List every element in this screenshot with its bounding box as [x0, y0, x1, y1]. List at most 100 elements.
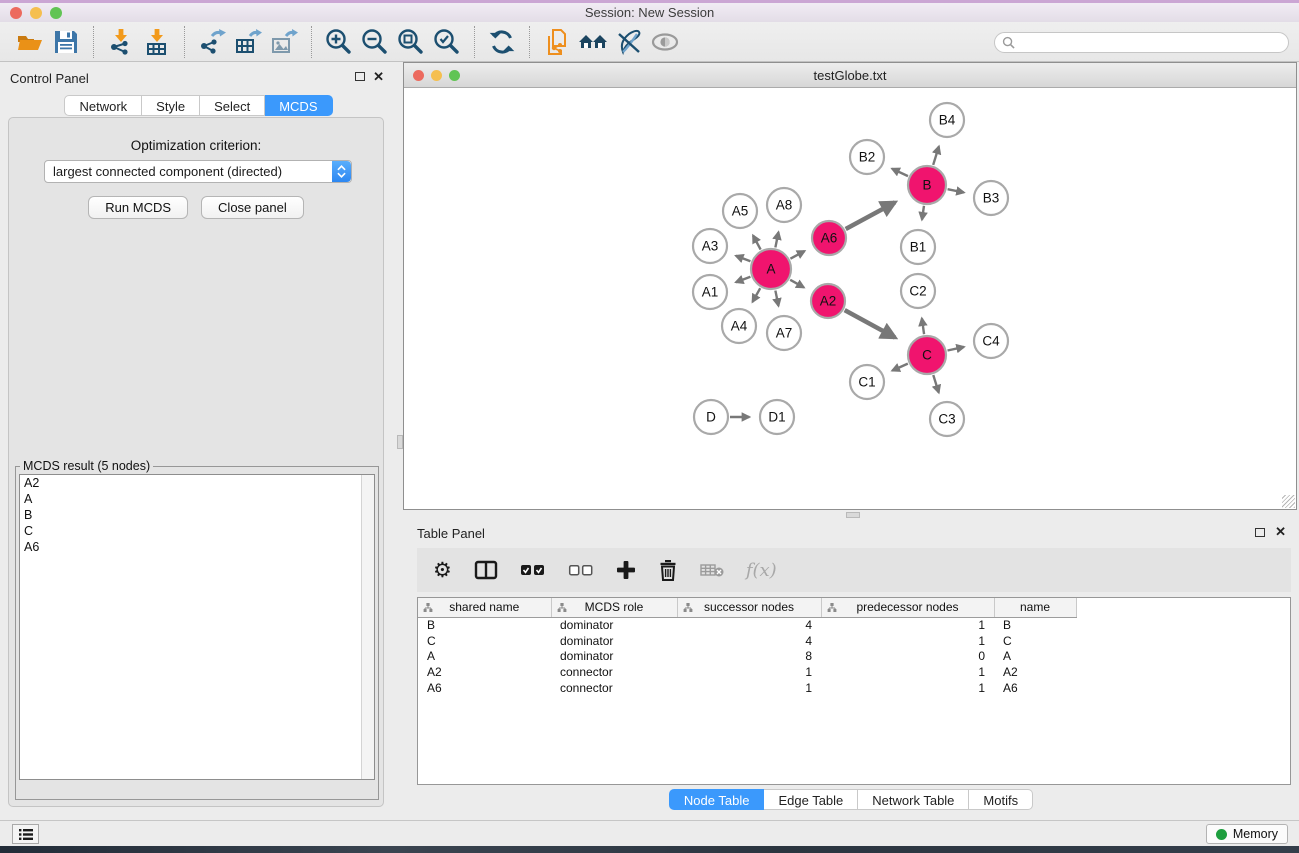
tab-motifs[interactable]: Motifs: [969, 789, 1033, 810]
eye-button[interactable]: [647, 25, 683, 59]
table-row[interactable]: A6connector11A6: [418, 680, 1076, 696]
optimization-criterion-select[interactable]: largest connected component (directed): [44, 160, 352, 183]
table-cell[interactable]: 4: [677, 633, 821, 649]
zoom-out-button[interactable]: [357, 25, 393, 59]
graph-edge-A-A2[interactable]: [790, 280, 804, 288]
graph-edge-B-B1[interactable]: [922, 206, 924, 220]
table-cell[interactable]: A6: [994, 680, 1076, 696]
import-table-button[interactable]: [139, 25, 175, 59]
search-field[interactable]: [994, 32, 1289, 53]
graph-edge-C-C4[interactable]: [948, 347, 964, 351]
table-cell[interactable]: connector: [551, 664, 677, 680]
refresh-button[interactable]: [484, 25, 520, 59]
unselect-all-columns-button[interactable]: [568, 564, 594, 576]
table-cell[interactable]: B: [418, 617, 551, 633]
pen-slash-button[interactable]: [611, 25, 647, 59]
graph-edge-A-A1[interactable]: [736, 277, 751, 282]
memory-button[interactable]: Memory: [1206, 824, 1288, 844]
table-cell[interactable]: dominator: [551, 633, 677, 649]
tab-node-table[interactable]: Node Table: [669, 789, 765, 810]
graph-edge-C-C3[interactable]: [933, 375, 938, 393]
table-cell[interactable]: C: [418, 633, 551, 649]
table-cell[interactable]: 1: [821, 664, 994, 680]
mcds-result-item[interactable]: A: [20, 491, 374, 507]
graph-edge-A-A5[interactable]: [753, 235, 761, 249]
search-input[interactable]: [1015, 33, 1288, 52]
graph-edge-A-A7[interactable]: [775, 291, 778, 306]
table-settings-button[interactable]: ⚙: [433, 560, 452, 581]
table-cell[interactable]: A2: [418, 664, 551, 680]
graph-edge-A-A6[interactable]: [790, 251, 804, 259]
column-header-mcds-role[interactable]: MCDS role: [551, 598, 677, 617]
float-panel-icon[interactable]: [1255, 527, 1265, 539]
graph-edge-A2-C[interactable]: [845, 310, 895, 337]
documents-share-button[interactable]: [539, 25, 575, 59]
mcds-result-list[interactable]: A2ABCA6: [19, 474, 375, 780]
table-row[interactable]: Bdominator41B: [418, 617, 1076, 633]
graph-edge-A6-B[interactable]: [846, 202, 895, 229]
zoom-in-button[interactable]: [321, 25, 357, 59]
table-cell[interactable]: 1: [821, 633, 994, 649]
import-network-button[interactable]: [103, 25, 139, 59]
column-header-shared-name[interactable]: shared name: [418, 598, 551, 617]
table-cell[interactable]: C: [994, 633, 1076, 649]
save-button[interactable]: [48, 25, 84, 59]
mcds-result-item[interactable]: C: [20, 523, 374, 539]
table-cell[interactable]: 4: [677, 617, 821, 633]
tab-select[interactable]: Select: [200, 95, 265, 116]
show-columns-button[interactable]: [474, 560, 498, 580]
graph-edge-A-A8[interactable]: [775, 232, 778, 247]
tab-mcds[interactable]: MCDS: [265, 95, 332, 116]
table-cell[interactable]: 1: [821, 617, 994, 633]
delete-column-button[interactable]: [658, 559, 678, 581]
table-cell[interactable]: A: [418, 649, 551, 665]
column-header-successor-nodes[interactable]: successor nodes: [677, 598, 821, 617]
column-header-predecessor-nodes[interactable]: predecessor nodes: [821, 598, 994, 617]
task-history-button[interactable]: [12, 824, 39, 844]
zoom-selected-button[interactable]: [429, 25, 465, 59]
column-header-name[interactable]: name: [994, 598, 1076, 617]
graph-edge-C-C2[interactable]: [922, 318, 924, 334]
table-cell[interactable]: 1: [677, 680, 821, 696]
table-cell[interactable]: A: [994, 649, 1076, 665]
zoom-fit-button[interactable]: [393, 25, 429, 59]
create-column-button[interactable]: [616, 560, 636, 580]
run-mcds-button[interactable]: Run MCDS: [88, 196, 188, 219]
export-network-button[interactable]: [194, 25, 230, 59]
graph-edge-C-C1[interactable]: [892, 364, 908, 371]
mcds-result-item[interactable]: B: [20, 507, 374, 523]
tab-style[interactable]: Style: [142, 95, 200, 116]
table-cell[interactable]: 1: [821, 680, 994, 696]
horizontal-split-divider[interactable]: [403, 510, 1299, 520]
tab-edge-table[interactable]: Edge Table: [764, 789, 858, 810]
table-cell[interactable]: 1: [677, 664, 821, 680]
delete-table-button[interactable]: [700, 562, 724, 578]
network-window-titlebar[interactable]: testGlobe.txt: [404, 63, 1296, 88]
table-cell[interactable]: A2: [994, 664, 1076, 680]
table-cell[interactable]: dominator: [551, 649, 677, 665]
graph-edge-A-A3[interactable]: [736, 256, 751, 261]
graph-edge-A-A4[interactable]: [753, 288, 761, 302]
table-row[interactable]: Cdominator41C: [418, 633, 1076, 649]
close-panel-icon[interactable]: ✕: [373, 71, 384, 83]
function-builder-button[interactable]: f(x): [746, 560, 777, 581]
divider-handle[interactable]: [846, 512, 860, 518]
homes-button[interactable]: [575, 25, 611, 59]
table-row[interactable]: Adominator80A: [418, 649, 1076, 665]
table-row[interactable]: A2connector11A2: [418, 664, 1076, 680]
graph-edge-B-B2[interactable]: [892, 169, 908, 176]
table-cell[interactable]: dominator: [551, 617, 677, 633]
graph-edge-B-B3[interactable]: [948, 189, 964, 192]
close-panel-icon[interactable]: ✕: [1275, 526, 1286, 538]
table-cell[interactable]: A6: [418, 680, 551, 696]
table-cell[interactable]: 8: [677, 649, 821, 665]
table-cell[interactable]: B: [994, 617, 1076, 633]
export-table-button[interactable]: [230, 25, 266, 59]
float-panel-icon[interactable]: [355, 71, 365, 83]
resize-grip[interactable]: [1282, 495, 1295, 508]
table-cell[interactable]: connector: [551, 680, 677, 696]
mcds-result-item[interactable]: A2: [20, 475, 374, 491]
scrollbar[interactable]: [361, 475, 374, 779]
graph-edge-B-B4[interactable]: [933, 146, 939, 164]
tab-network-table[interactable]: Network Table: [858, 789, 969, 810]
